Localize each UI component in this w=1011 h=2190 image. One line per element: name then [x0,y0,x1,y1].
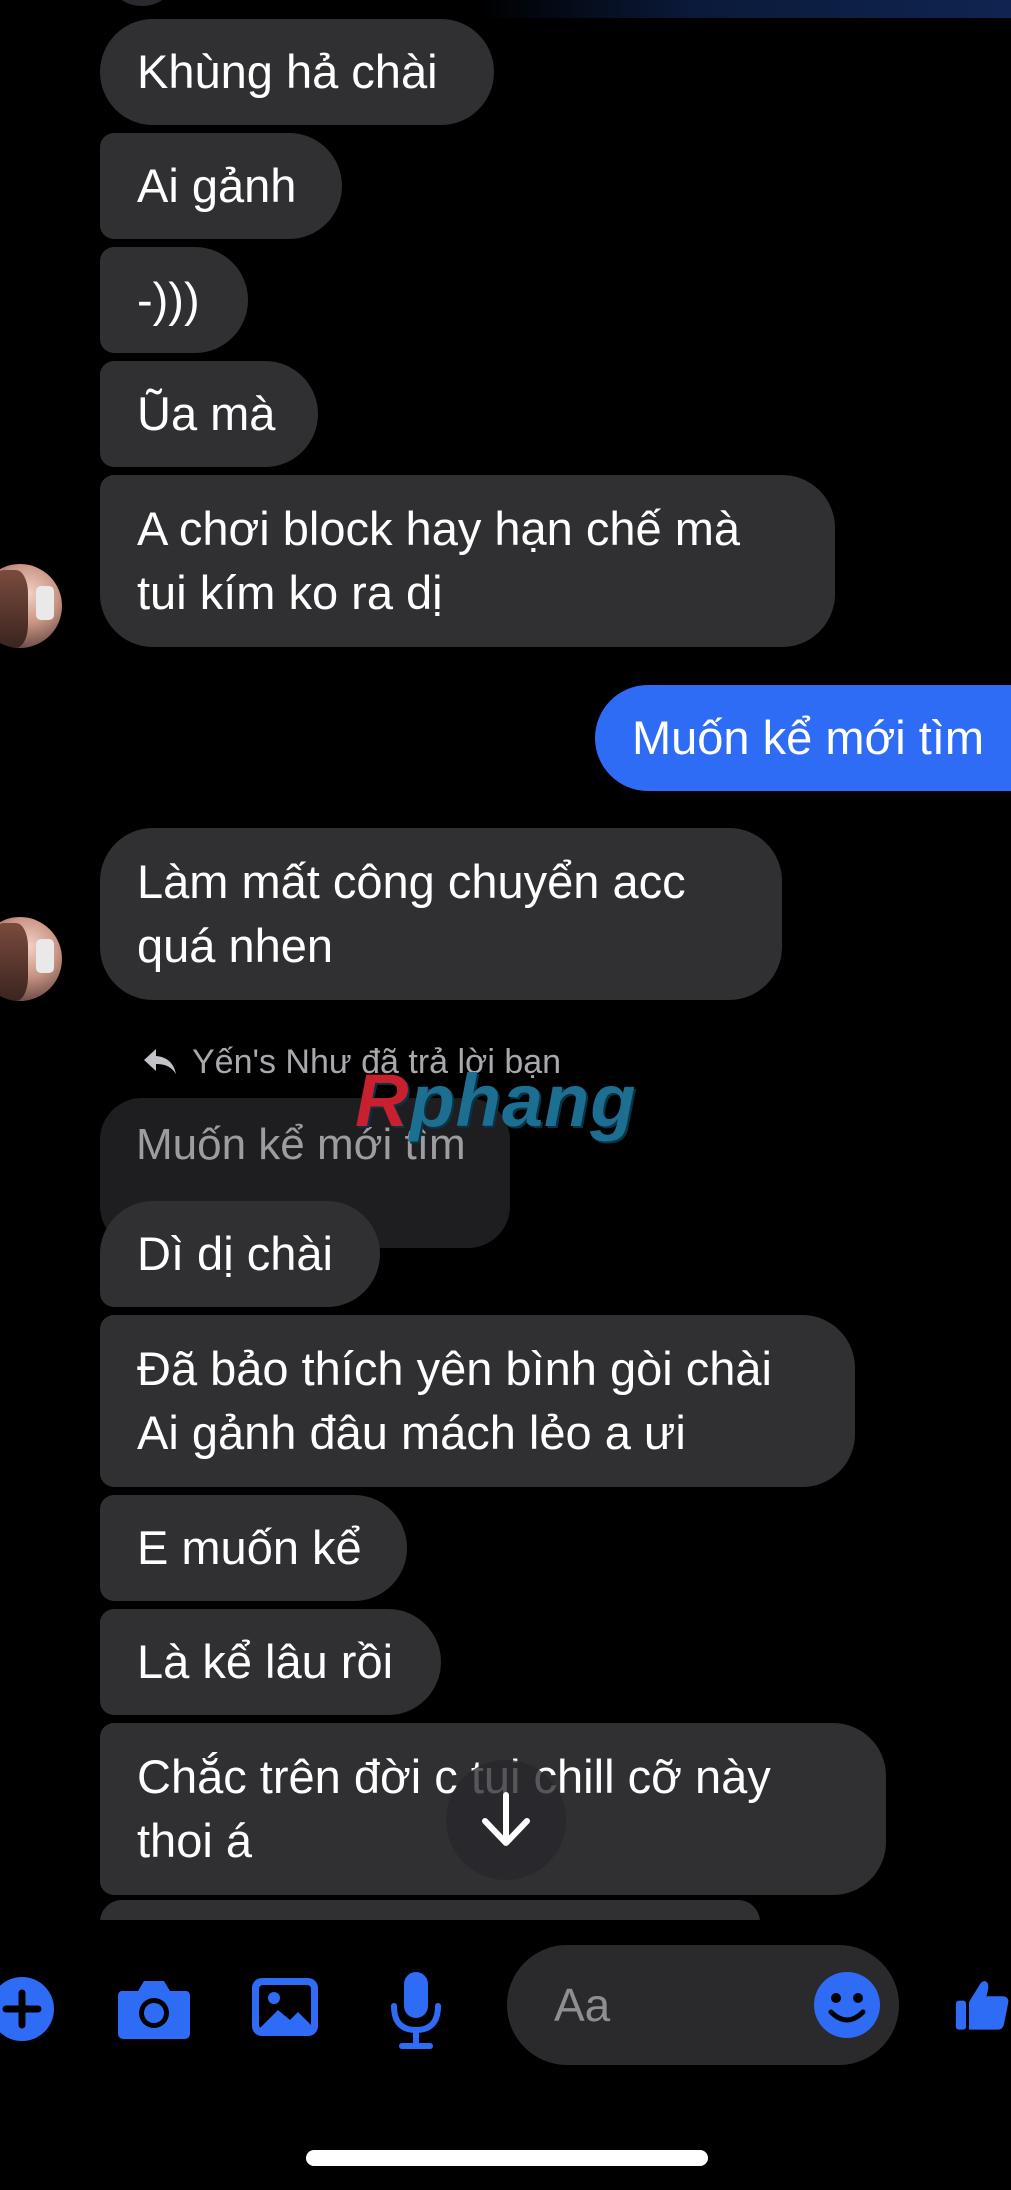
image-icon [252,1978,318,2036]
outgoing-message-bubble[interactable]: Muốn kể mới tìm [595,685,1011,791]
home-indicator[interactable] [306,2150,708,2166]
message-input-placeholder: Aa [554,1979,611,2031]
clipped-avatar [112,0,172,6]
message-text: Ai gảnh [137,159,297,212]
message-bubble[interactable]: Ũa mà [100,361,318,467]
plus-icon [0,1977,54,2041]
message-bubble[interactable]: Đã bảo thích yên bình gòi chài Ai gảnh đ… [100,1315,855,1487]
message-text: Ũa mà [137,387,276,440]
message-bubble[interactable]: -))) [100,247,248,353]
message-text: Muốn kể mới tìm [632,711,985,764]
avatar-hair [0,570,28,648]
message-text: Đã bảo thích yên bình gòi chài Ai gảnh đ… [137,1342,772,1459]
avatar-phone [36,939,54,973]
message-bubble[interactable]: Khùng hả chài [100,19,494,125]
watermark-text: phang [409,1059,637,1142]
avatar-phone [36,586,54,620]
camera-button[interactable] [114,1975,194,2043]
message-bubble[interactable]: Ai gảnh [100,133,342,239]
avatar-hair [0,923,28,1001]
message-text: E muốn kể [137,1521,362,1574]
message-bubble[interactable]: Là kể lâu rồi [100,1609,441,1715]
microphone-icon [391,1972,441,2049]
emoji-icon [814,1972,880,2038]
thumbs-up-icon [955,1981,1009,2030]
message-text: Làm mất công chuyển acc quá nhen [137,855,686,972]
message-bubble[interactable]: Làm mất công chuyển acc quá nhen [100,828,782,1000]
top-header-glow [480,0,1011,18]
watermark-logo: Rphang [355,1058,636,1143]
contact-avatar[interactable] [0,917,62,1001]
scroll-to-bottom-button[interactable] [446,1760,566,1880]
contact-avatar[interactable] [0,564,62,648]
plus-button[interactable] [0,1975,56,2043]
message-bubble[interactable]: E muốn kể [100,1495,407,1601]
emoji-button[interactable] [812,1970,882,2040]
reply-arrow-icon [144,1049,176,1074]
gallery-button[interactable] [250,1975,320,2039]
scroll-down-arrow-icon [482,1792,530,1846]
message-bubble[interactable]: Dì dị chài [100,1201,380,1307]
camera-icon [118,1981,190,2039]
message-text: -))) [137,273,200,326]
message-text: Khùng hả chài [137,45,438,98]
message-text: Là kể lâu rồi [137,1635,394,1688]
message-bubble[interactable]: A chơi block hay hạn chế mà tui kím ko r… [100,475,835,647]
message-text: A chơi block hay hạn chế mà tui kím ko r… [137,502,740,619]
microphone-button[interactable] [388,1970,444,2050]
watermark-r: R [355,1059,410,1142]
message-text: Dì dị chài [137,1227,333,1280]
like-button[interactable] [953,1965,1011,2045]
clipped-message-bubble [100,1900,760,1922]
